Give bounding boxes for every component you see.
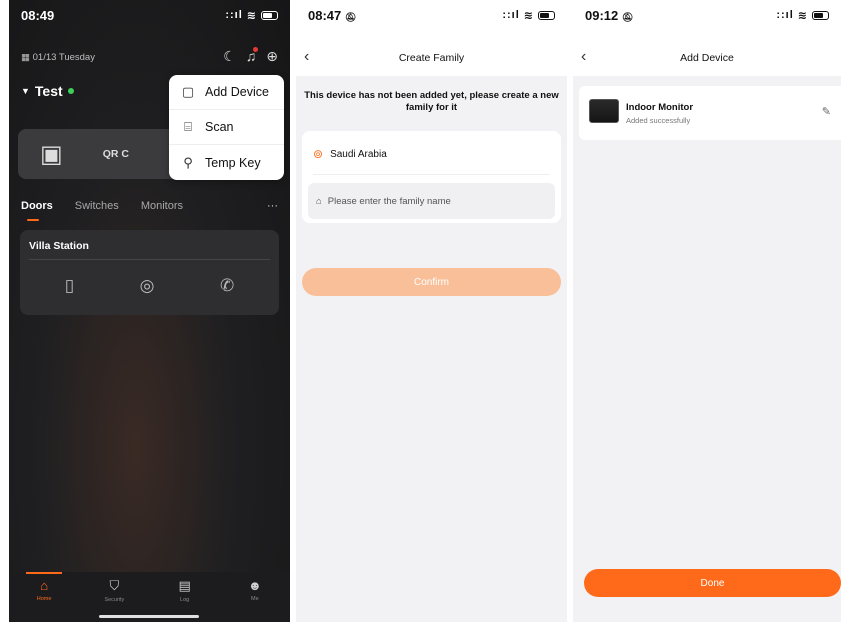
bell-icon[interactable]: ♫ <box>246 47 259 65</box>
status-bar: 08:47 🔕︎ ::ıl ≋ <box>296 0 567 30</box>
log-icon: ▤ <box>178 578 191 593</box>
family-name-placeholder: Please enter the family name <box>327 195 451 207</box>
device-tabs: Doors Switches Monitors ··· <box>21 200 278 221</box>
family-form-card: ⊚ Saudi Arabia ⌂ Please enter the family… <box>302 131 561 223</box>
divider <box>313 174 550 175</box>
call-icon[interactable]: ✆ <box>220 276 234 296</box>
back-chevron-icon[interactable]: ‹ <box>304 48 309 66</box>
key-icon: ⚲ <box>183 154 193 170</box>
qr-code-icon: ▣ <box>40 140 63 168</box>
home-indicator <box>99 615 199 618</box>
add-device-screen: 09:12 🔕︎ ::ıl ≋ ‹ Add Device Indoor Moni… <box>573 0 841 622</box>
status-time: 08:49 <box>21 7 55 23</box>
add-icon[interactable]: ⊕ <box>266 48 278 65</box>
status-bar: 08:49 ::ıl ≋ <box>9 0 290 30</box>
divider <box>29 259 270 260</box>
confirm-button[interactable]: Confirm <box>302 268 561 296</box>
nav-me[interactable]: ☻ Me <box>220 572 290 622</box>
location-pin-icon: ⊚ <box>313 147 324 161</box>
user-icon: ☻ <box>248 578 262 593</box>
family-selector[interactable]: ▼ Test <box>21 83 74 99</box>
battery-icon <box>261 10 278 20</box>
home-screen: 08:49 ::ıl ≋ ▦ 01/13 Tuesday ☾ ♫ ⊕ ▼ Tes… <box>9 0 290 622</box>
date-label: ▦ 01/13 Tuesday <box>21 52 95 63</box>
wifi-icon: ≋ <box>523 9 534 22</box>
location-row[interactable]: ⊚ Saudi Arabia <box>313 147 387 161</box>
signal-icon: ::ıl <box>502 9 520 21</box>
menu-item-label: Scan <box>205 120 234 134</box>
wifi-icon: ≋ <box>246 9 257 22</box>
nav-header: ‹ Add Device <box>573 40 841 76</box>
top-icons: ☾ ♫ ⊕ <box>223 47 278 65</box>
camera-icon[interactable]: ◎ <box>140 276 155 296</box>
location-label: Saudi Arabia <box>330 148 387 160</box>
villa-station-title: Villa Station <box>29 240 89 252</box>
page-title: Add Device <box>680 52 734 64</box>
nav-home[interactable]: ⌂ Home <box>9 572 79 622</box>
device-status: Added successfully <box>626 116 691 125</box>
menu-item-add-device[interactable]: ▢ Add Device <box>169 75 284 110</box>
signal-icon: ::ıl <box>225 9 243 21</box>
triangle-down-icon: ▼ <box>21 86 30 96</box>
menu-item-label: Temp Key <box>205 155 261 170</box>
battery-icon <box>812 10 829 20</box>
page-title: Create Family <box>398 52 465 64</box>
menu-item-temp-key[interactable]: ⚲ Temp Key <box>169 145 284 180</box>
door-icon[interactable]: ▯ <box>65 276 74 296</box>
nav-header: ‹ Create Family <box>296 40 567 76</box>
status-time: 09:12 <box>585 7 619 23</box>
night-mode-icon[interactable]: ☾ <box>223 48 236 65</box>
tab-doors[interactable]: Doors <box>21 200 53 221</box>
qr-code-card[interactable]: ▣ QR C <box>18 129 193 179</box>
online-dot <box>67 88 74 94</box>
status-bar: 09:12 🔕︎ ::ıl ≋ <box>573 0 841 30</box>
info-message: This device has not been added yet, plea… <box>304 90 559 113</box>
device-card[interactable]: Indoor Monitor Added successfully ✎ <box>579 86 841 140</box>
menu-item-label: Add Device <box>205 85 269 99</box>
signal-icon: ::ıl <box>776 9 794 21</box>
wifi-icon: ≋ <box>797 9 808 22</box>
done-button[interactable]: Done <box>584 569 841 597</box>
shield-icon: ⛉ <box>109 578 120 593</box>
family-name: Test <box>34 83 63 99</box>
notification-dot <box>253 47 259 52</box>
status-icons: ::ıl ≋ <box>225 9 278 22</box>
villa-station-card: Villa Station ▯ ◎ ✆ <box>20 230 279 315</box>
qr-card-label: QR C <box>102 148 129 160</box>
bell-muted-icon: 🔕︎ <box>621 11 634 22</box>
family-name-field[interactable]: ⌂ Please enter the family name <box>308 183 555 219</box>
add-popup-menu: ▢ Add Device ⌸ Scan ⚲ Temp Key <box>169 75 284 180</box>
status-icons: ::ıl ≋ <box>502 9 555 22</box>
bell-muted-icon: 🔕︎ <box>344 11 357 22</box>
create-family-screen: 08:47 🔕︎ ::ıl ≋ ‹ Create Family This dev… <box>296 0 567 622</box>
battery-icon <box>538 10 555 20</box>
status-time: 08:47 <box>308 7 342 23</box>
back-chevron-icon[interactable]: ‹ <box>581 48 586 66</box>
home-icon: ⌂ <box>316 195 322 207</box>
villa-actions: ▯ ◎ ✆ <box>20 276 279 296</box>
add-device-icon: ▢ <box>181 84 195 99</box>
scan-icon: ⌸ <box>184 119 192 134</box>
edit-pencil-icon[interactable]: ✎ <box>822 105 831 118</box>
tab-switches[interactable]: Switches <box>75 200 119 212</box>
status-icons: ::ıl ≋ <box>776 9 829 22</box>
tab-monitors[interactable]: Monitors <box>141 200 183 212</box>
device-name: Indoor Monitor <box>626 102 694 113</box>
menu-item-scan[interactable]: ⌸ Scan <box>169 110 284 145</box>
home-icon: ⌂ <box>40 578 49 593</box>
monitor-thumbnail <box>589 99 619 123</box>
more-icon[interactable]: ··· <box>267 200 278 212</box>
